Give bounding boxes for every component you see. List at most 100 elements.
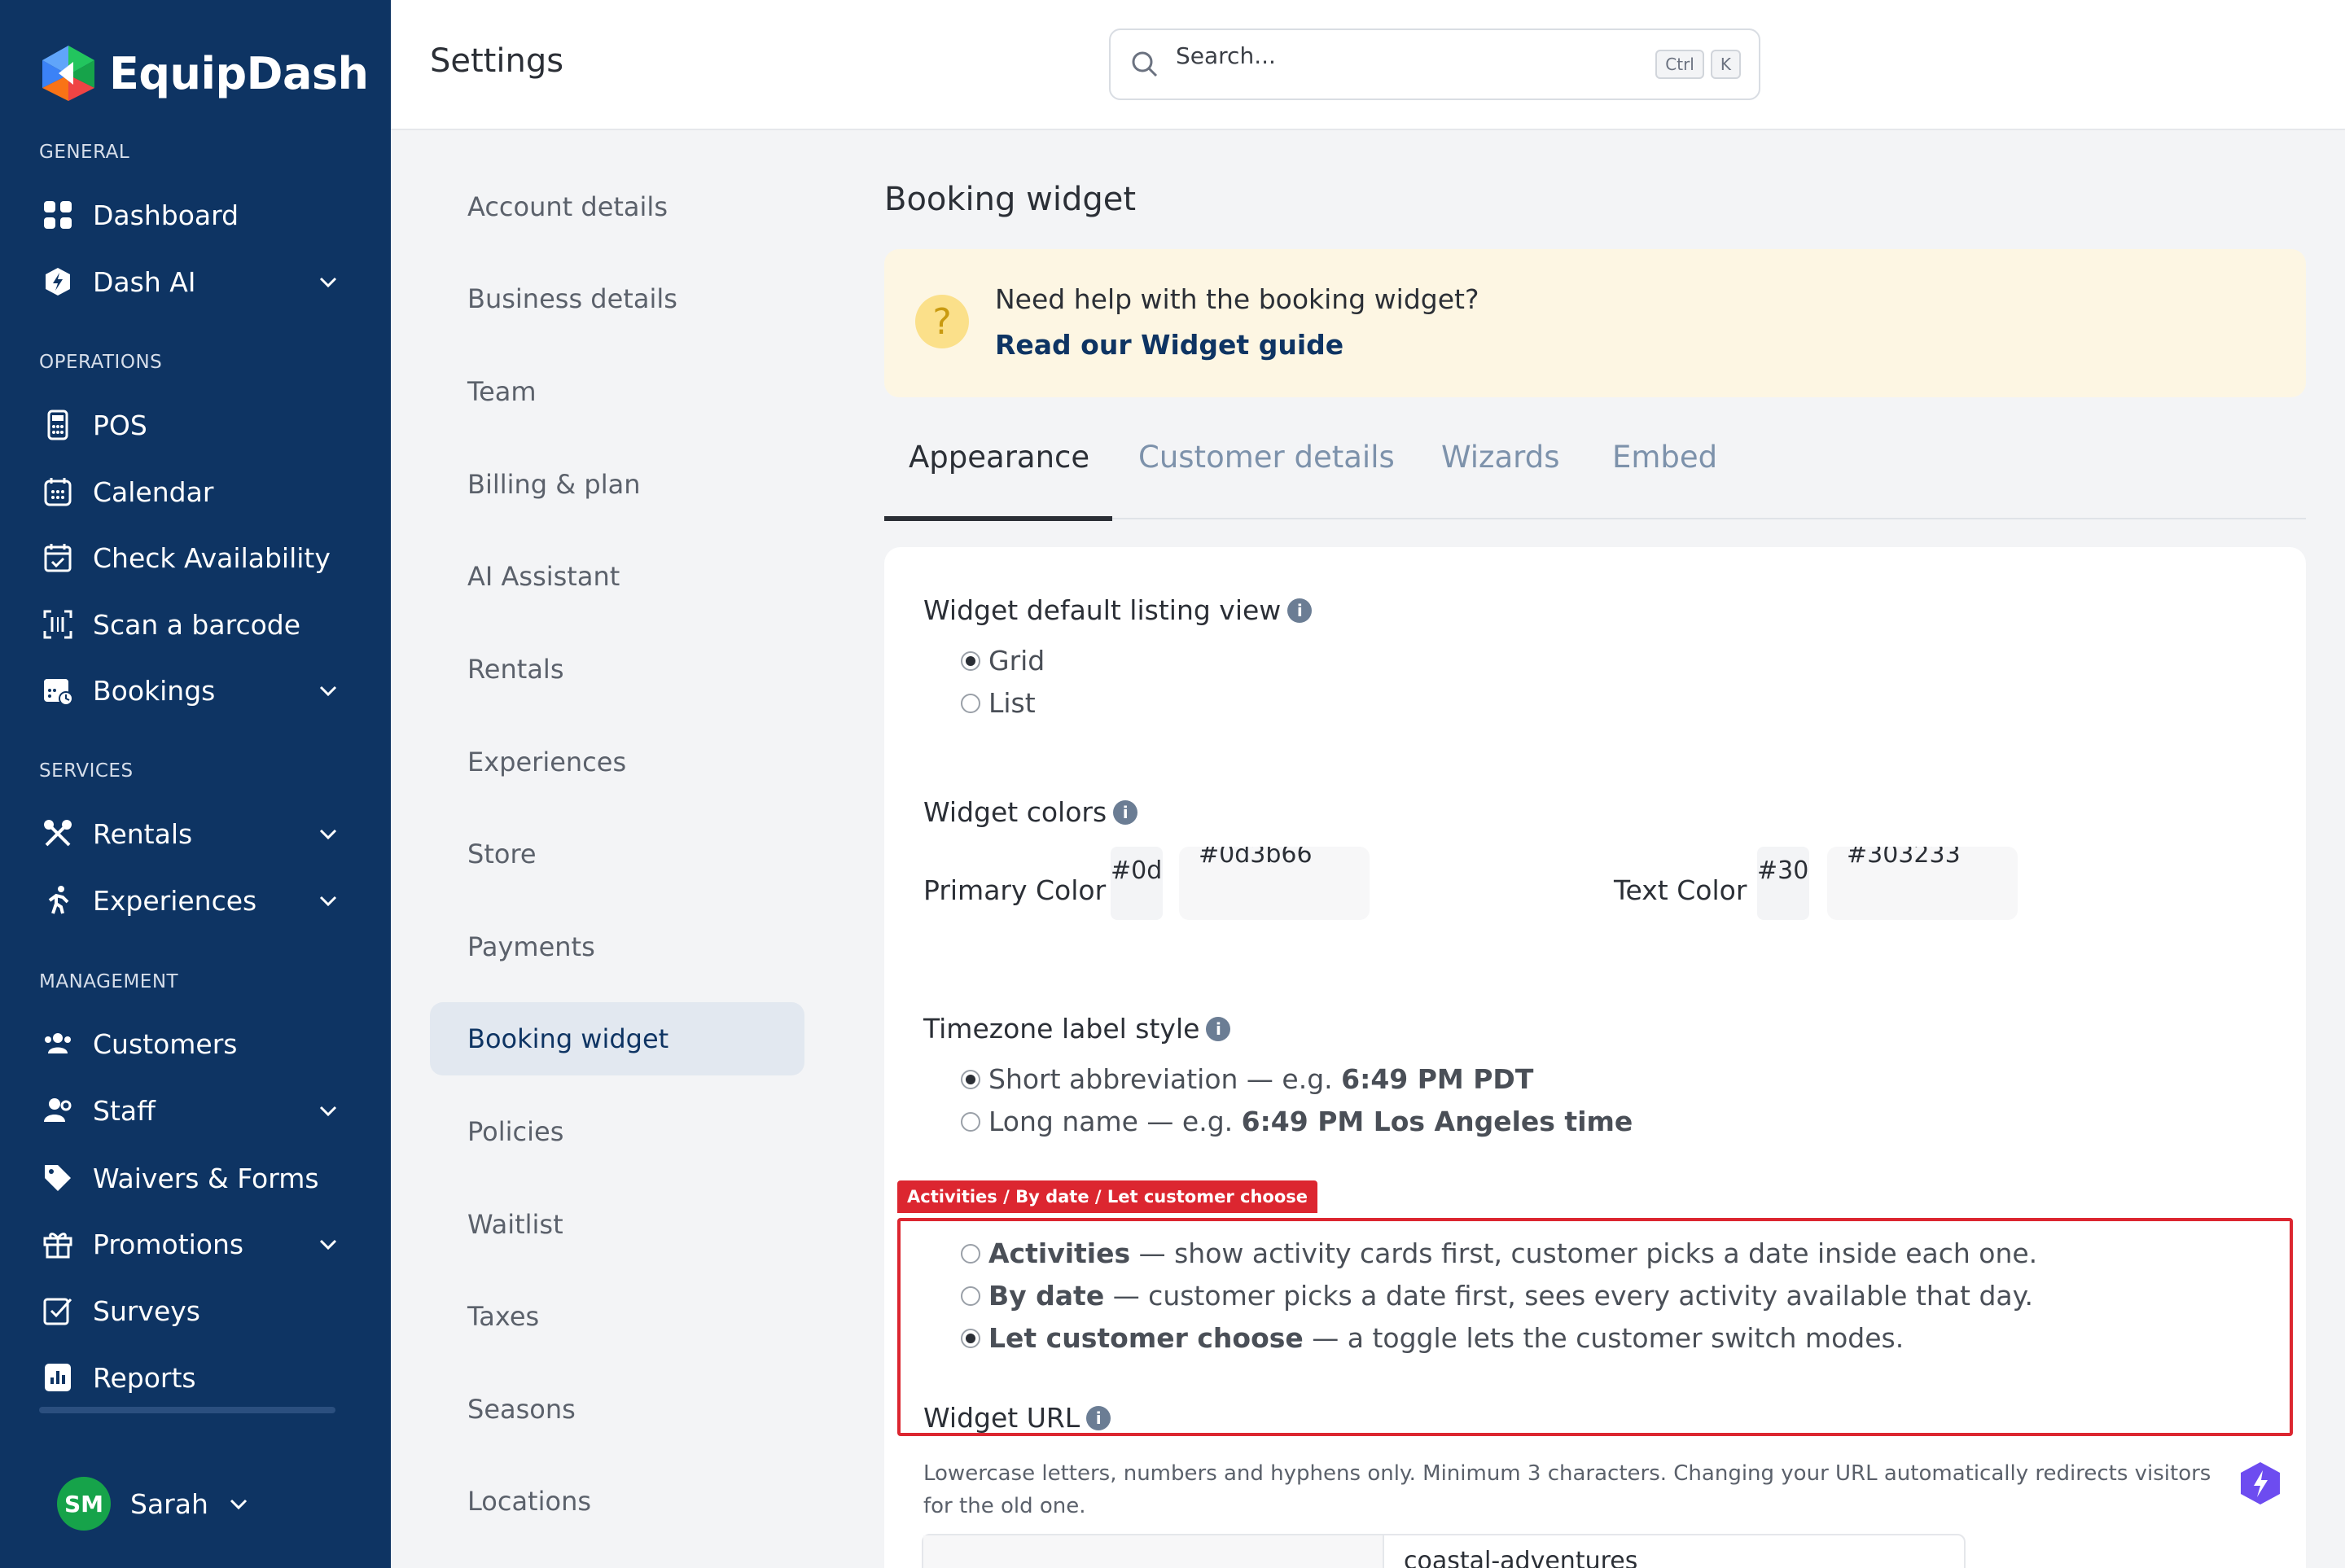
sidebar-item-calendar[interactable]: Calendar [39, 467, 340, 516]
radio-let-customer-choose[interactable]: Let customer choose — a toggle lets the … [961, 1322, 1904, 1354]
sidebar-item-reports[interactable]: Reports [39, 1353, 340, 1402]
settings-nav-policies[interactable]: Policies [430, 1095, 804, 1168]
calendar-check-icon [39, 539, 77, 576]
radio-button[interactable] [961, 1243, 980, 1264]
info-icon[interactable]: i [1086, 1405, 1111, 1430]
settings-nav-rentals[interactable]: Rentals [430, 633, 804, 706]
sidebar-item-scan-barcode[interactable]: Scan a barcode [39, 600, 340, 649]
radio-label: Grid [988, 645, 1045, 677]
radio-short-abbreviation[interactable]: Short abbreviation — e.g. 6:49 PM PDT [961, 1063, 1533, 1095]
radio-button[interactable] [961, 693, 980, 713]
sidebar-item-promotions[interactable]: Promotions [39, 1220, 340, 1268]
chevron-down-icon[interactable] [316, 888, 340, 913]
sidebar-item-label: Calendar [93, 475, 214, 508]
info-icon[interactable]: i [1113, 799, 1138, 825]
tab-embed[interactable]: Embed [1612, 440, 1717, 475]
radio-label-title: Let customer choose [988, 1322, 1304, 1354]
radio-grid[interactable]: Grid [961, 645, 1045, 677]
user-menu[interactable]: SM Sarah [57, 1477, 251, 1531]
text-color-label: Text Color [1614, 874, 1747, 906]
settings-nav-taxes[interactable]: Taxes [430, 1280, 804, 1353]
settings-nav-business-details[interactable]: Business details [430, 262, 804, 335]
info-icon[interactable]: i [1206, 1016, 1231, 1041]
settings-nav-billing-plan[interactable]: Billing & plan [430, 448, 804, 521]
sidebar-item-waivers-forms[interactable]: Waivers & Forms [39, 1154, 340, 1202]
sidebar-item-check-availability[interactable]: Check Availability [39, 533, 340, 582]
settings-nav-team[interactable]: Team [430, 355, 804, 428]
settings-nav-ai-assistant[interactable]: AI Assistant [430, 540, 804, 613]
sidebar-item-label: Staff [93, 1094, 156, 1127]
info-icon[interactable]: i [1287, 598, 1313, 623]
ai-bolt-icon [39, 263, 77, 300]
search-icon [1132, 51, 1158, 77]
search-input[interactable]: Search... Ctrl K [1109, 28, 1760, 100]
sidebar-item-dashboard[interactable]: Dashboard [39, 191, 340, 239]
radio-label: Activities — show activity cards first, … [988, 1237, 2037, 1269]
section-label-operations: OPERATIONS [39, 352, 163, 373]
sidebar: EquipDash GENERAL Dashboard Dash AI OPER… [0, 0, 391, 1568]
page-title: Settings [430, 42, 564, 80]
sidebar-scrollbar[interactable] [39, 1407, 335, 1413]
settings-nav-booking-widget[interactable]: Booking widget [430, 1002, 804, 1075]
primary-color-input[interactable]: #0d3b66 [1179, 847, 1370, 920]
sidebar-item-pos[interactable]: POS [39, 401, 340, 449]
sidebar-item-rentals[interactable]: Rentals [39, 809, 340, 858]
brand-name: EquipDash [109, 47, 369, 99]
chevron-down-icon[interactable] [316, 821, 340, 846]
sidebar-item-staff[interactable]: Staff [39, 1086, 340, 1135]
settings-nav-waitlist[interactable]: Waitlist [430, 1188, 804, 1261]
radio-button[interactable] [961, 1069, 980, 1089]
radio-button[interactable] [961, 650, 980, 671]
brand[interactable]: EquipDash [37, 41, 369, 106]
radio-by-date[interactable]: By date — customer picks a date first, s… [961, 1280, 2033, 1312]
radio-button[interactable] [961, 1111, 980, 1132]
radio-activities[interactable]: Activities — show activity cards first, … [961, 1237, 2037, 1269]
grid-icon [39, 196, 77, 234]
chevron-down-icon[interactable] [316, 269, 340, 294]
settings-nav-experiences[interactable]: Experiences [430, 725, 804, 799]
settings-nav-seasons[interactable]: Seasons [430, 1373, 804, 1446]
sidebar-item-label: Check Availability [93, 541, 331, 574]
settings-nav-account-details[interactable]: Account details [430, 170, 804, 243]
text-color-swatch[interactable]: #30 [1757, 847, 1809, 920]
radio-long-name[interactable]: Long name — e.g. 6:49 PM Los Angeles tim… [961, 1106, 1633, 1137]
shortcut-k: K [1710, 50, 1741, 79]
radio-button[interactable] [961, 1285, 980, 1306]
sidebar-item-label: Dash AI [93, 265, 196, 298]
sidebar-item-experiences[interactable]: Experiences [39, 876, 340, 925]
staff-icon [39, 1092, 77, 1129]
widget-colors-label: Widget colors i [923, 796, 1138, 828]
settings-nav-store[interactable]: Store [430, 817, 804, 891]
radio-label-example: 6:49 PM Los Angeles time [1241, 1106, 1633, 1137]
tab-customer-details[interactable]: Customer details [1138, 440, 1395, 475]
sidebar-item-bookings[interactable]: Bookings [39, 666, 340, 715]
radio-button[interactable] [961, 1328, 980, 1348]
radio-label: Long name — e.g. 6:49 PM Los Angeles tim… [988, 1106, 1633, 1137]
survey-icon [39, 1292, 77, 1329]
chevron-down-icon[interactable] [316, 678, 340, 703]
widget-url-help: Lowercase letters, numbers and hyphens o… [923, 1461, 2211, 1518]
settings-nav-payments[interactable]: Payments [430, 910, 804, 983]
section-label-general: GENERAL [39, 142, 130, 163]
radio-label-desc: — show activity cards first, customer pi… [1130, 1237, 2038, 1269]
text-color-input[interactable]: #303233 [1827, 847, 2018, 920]
primary-color-swatch[interactable]: #0d [1111, 847, 1163, 920]
sidebar-item-dash-ai[interactable]: Dash AI [39, 257, 340, 306]
widget-guide-link[interactable]: Read our Widget guide [995, 329, 1343, 361]
radio-label: Short abbreviation — e.g. 6:49 PM PDT [988, 1063, 1533, 1095]
settings-nav-locations[interactable]: Locations [430, 1465, 804, 1538]
lightning-badge-icon[interactable] [2239, 1461, 2281, 1506]
calendar-icon [39, 473, 77, 510]
tab-bar: Appearance Customer details Wizards Embe… [884, 423, 2306, 521]
radio-label: Let customer choose — a toggle lets the … [988, 1322, 1904, 1354]
chevron-down-icon[interactable] [226, 1491, 251, 1516]
tab-appearance[interactable]: Appearance [909, 440, 1089, 475]
chevron-down-icon[interactable] [316, 1098, 340, 1123]
radio-list[interactable]: List [961, 687, 1036, 719]
widget-url-input[interactable]: coastal-adventures [922, 1534, 1966, 1568]
tab-wizards[interactable]: Wizards [1441, 440, 1559, 475]
sidebar-item-surveys[interactable]: Surveys [39, 1286, 340, 1335]
chevron-down-icon[interactable] [316, 1232, 340, 1256]
active-tab-indicator [884, 516, 1112, 521]
sidebar-item-customers[interactable]: Customers [39, 1019, 340, 1068]
